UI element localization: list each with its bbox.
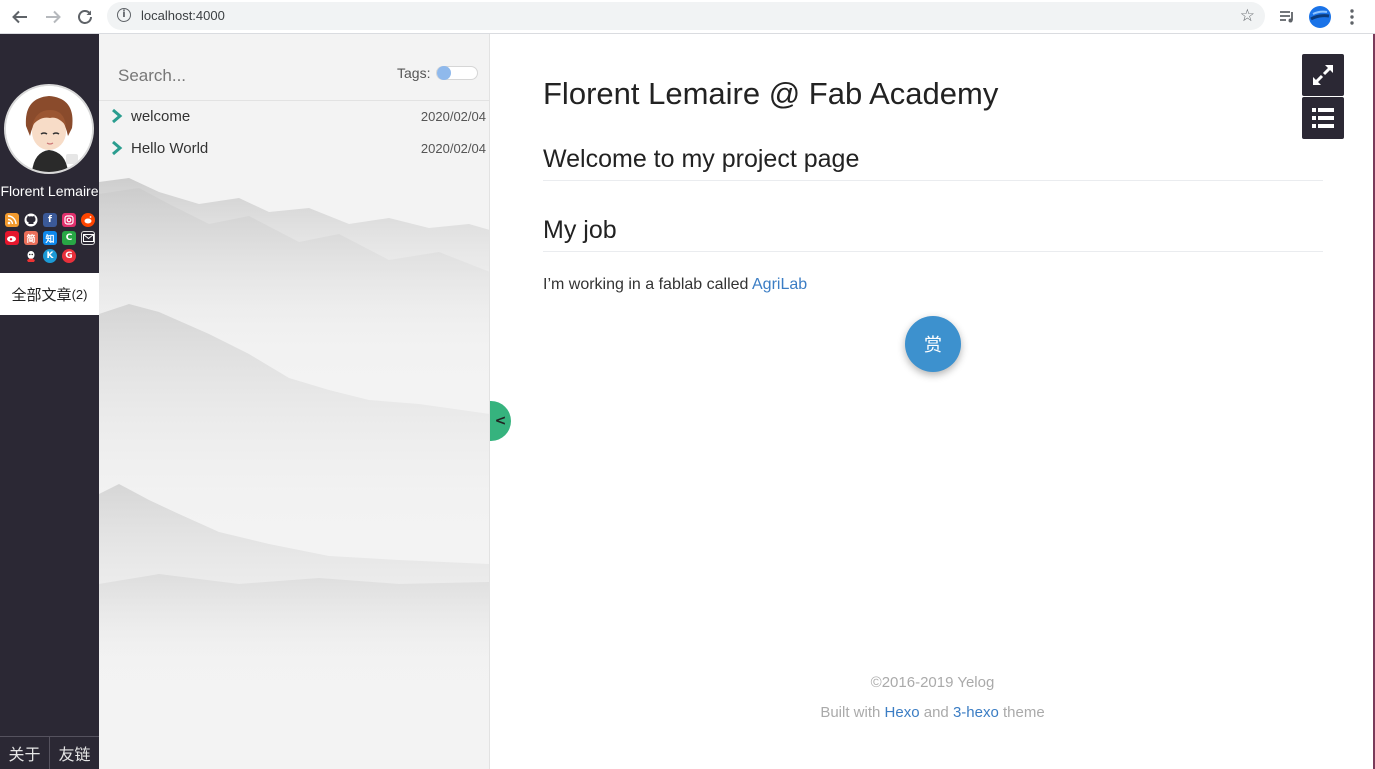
profile-icon [1309,6,1331,28]
segmentfault-icon[interactable]: G [62,249,76,263]
chevron-right-icon [112,140,123,156]
profile-avatar[interactable] [1308,5,1332,29]
address-bar[interactable]: i localhost:4000 ☆ [107,2,1265,30]
back-button[interactable] [8,5,32,29]
back-arrow-icon [12,10,27,24]
page-title: Florent Lemaire @ Fab Academy [543,76,999,111]
instagram-icon[interactable] [62,213,76,227]
toggle-knob [437,66,451,80]
jianshu-icon[interactable]: 简 [24,231,38,245]
info-icon[interactable]: i [117,8,131,22]
social-links: f 简 知 C K G [2,213,98,263]
avatar-illustration [6,86,92,172]
browser-toolbar: i localhost:4000 ☆ [0,0,1375,34]
reddit-icon[interactable] [81,213,95,227]
agrilab-link[interactable]: AgriLab [752,276,807,293]
friend-links-link[interactable]: 友链 [49,737,99,769]
github-icon[interactable] [24,213,38,227]
paragraph-text: I’m working in a fablab called [543,276,752,293]
footer-built-prefix: Built with [820,704,885,721]
reload-icon [78,10,92,24]
weibo-icon[interactable] [5,231,19,245]
theme-link[interactable]: 3-hexo [953,704,999,721]
footer-built-with: Built with Hexo and 3-hexo theme [490,704,1375,721]
footer-copyright: ©2016-2019 Yelog [870,674,995,691]
post-date: 2020/02/04 [420,109,486,124]
kaggle-icon[interactable]: K [43,249,57,263]
post-title[interactable]: welcome [131,108,190,125]
footer-and: and [919,704,953,721]
url-text: localhost:4000 [141,8,225,23]
forward-arrow-icon [46,10,61,24]
all-posts-tab[interactable]: 全部文章 (2) [0,273,99,315]
post-list-item[interactable]: welcome 2020/02/04 [99,101,489,131]
bookmark-star-icon[interactable]: ☆ [1240,6,1255,26]
forward-button[interactable] [41,5,65,29]
avatar[interactable] [4,84,94,174]
expand-icon [1313,65,1333,85]
tags-toggle[interactable] [436,66,478,80]
qq-icon[interactable] [24,249,38,263]
sidebar: Florent Lemaire f 简 知 C K G 全部文章 (2) 关于 … [0,34,99,769]
all-posts-label: 全部文章 [11,286,72,304]
toc-button[interactable] [1302,97,1344,139]
fullscreen-button[interactable] [1302,54,1344,96]
tags-label: Tags: [397,65,431,81]
post-title[interactable]: Hello World [131,140,208,157]
reward-button[interactable]: 赏 [905,316,961,372]
media-control-button[interactable] [1278,5,1296,29]
list-icon [1312,108,1334,128]
all-posts-count: (2) [71,286,88,302]
more-vert-icon [1350,9,1354,25]
zhihu-icon[interactable]: 知 [43,231,57,245]
email-icon[interactable] [81,231,95,245]
reload-button[interactable] [73,5,97,29]
search-input[interactable] [118,66,378,86]
section-heading: My job [543,216,1323,252]
mountain-background-image [99,178,489,684]
browser-menu-button[interactable] [1345,5,1359,29]
author-name[interactable]: Florent Lemaire [0,184,99,199]
post-date: 2020/02/04 [420,141,486,156]
csdn-icon[interactable]: C [62,231,76,245]
footer-theme-suffix: theme [998,704,1045,721]
chevron-right-icon [112,108,123,124]
about-link[interactable]: 关于 [0,737,49,769]
post-list-panel: Tags: welcome 2020/02/04 Hello World 202… [99,34,490,769]
facebook-icon[interactable]: f [43,213,57,227]
hexo-link[interactable]: Hexo [885,704,920,721]
rss-icon[interactable] [5,213,19,227]
sidebar-footer-links: 关于 友链 [0,736,99,769]
media-queue-icon [1280,11,1293,23]
post-list-item[interactable]: Hello World 2020/02/04 [99,133,489,163]
section-heading: Welcome to my project page [543,145,1323,181]
article-paragraph: I’m working in a fablab called AgriLab [543,276,807,294]
